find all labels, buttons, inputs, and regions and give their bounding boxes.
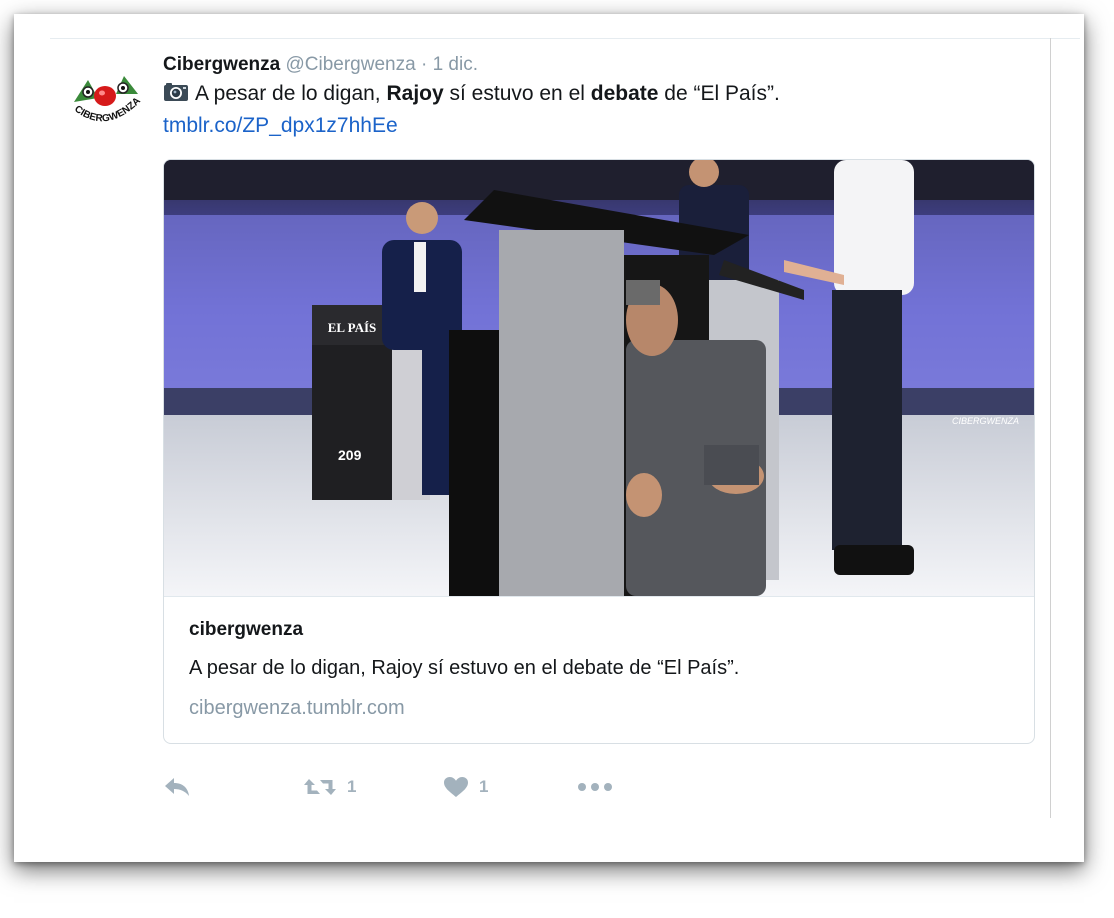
- card-image[interactable]: EL PAÍS 209 CIBERGWENZA: [164, 160, 1034, 596]
- heart-icon: [444, 777, 468, 797]
- like-count: 1: [479, 777, 489, 796]
- tweet-text-part: de “El País”.: [658, 82, 780, 105]
- retweet-icon: [304, 779, 336, 795]
- card-body[interactable]: cibergwenza A pesar de lo digan, Rajoy s…: [164, 596, 1034, 743]
- tweet-link[interactable]: tmblr.co/ZP_dpx1z7hhEe: [163, 112, 398, 140]
- image-watermark: CIBERGWENZA: [952, 416, 1019, 426]
- tweet-header: Cibergwenza @Cibergwenza · 1 dic.: [163, 52, 478, 78]
- more-icon: [578, 783, 612, 791]
- separator: ·: [420, 54, 428, 75]
- card-title: cibergwenza: [189, 619, 304, 640]
- tweet-text-part: sí estuvo en el: [443, 82, 591, 105]
- tweet: CIBERGWENZA Cibergwenza @Cibergwenza · 1…: [20, 20, 1080, 856]
- reply-icon: [165, 778, 189, 796]
- divider: [1050, 38, 1051, 818]
- link-card[interactable]: EL PAÍS 209 CIBERGWENZA cibergwenza A pe…: [163, 159, 1035, 744]
- retweet-button[interactable]: 1: [303, 772, 356, 802]
- more-button[interactable]: [577, 772, 613, 802]
- hashtag-bold-debate: debate: [590, 82, 659, 105]
- divider: [50, 38, 1080, 39]
- card-description: A pesar de lo digan, Rajoy sí estuvo en …: [189, 657, 740, 679]
- tweet-actions: 1 1: [163, 772, 663, 802]
- card-domain: cibergwenza.tumblr.com: [189, 697, 405, 719]
- podium-logo: EL PAÍS: [328, 320, 377, 335]
- like-button[interactable]: 1: [443, 772, 488, 802]
- tweet-text-part: A pesar de lo digan,: [195, 82, 387, 105]
- timestamp[interactable]: 1 dic.: [433, 54, 478, 75]
- display-name[interactable]: Cibergwenza: [163, 54, 280, 75]
- podium-number: 209: [338, 447, 362, 463]
- reply-button[interactable]: [163, 772, 191, 802]
- camera-icon: [163, 82, 189, 102]
- hashtag-bold-rajoy: Rajoy: [386, 82, 444, 105]
- avatar[interactable]: CIBERGWENZA: [68, 58, 144, 130]
- retweet-count: 1: [347, 777, 357, 796]
- tweet-text: A pesar de lo digan, Rajoy sí estuvo en …: [163, 80, 1023, 108]
- user-handle[interactable]: @Cibergwenza: [285, 54, 415, 75]
